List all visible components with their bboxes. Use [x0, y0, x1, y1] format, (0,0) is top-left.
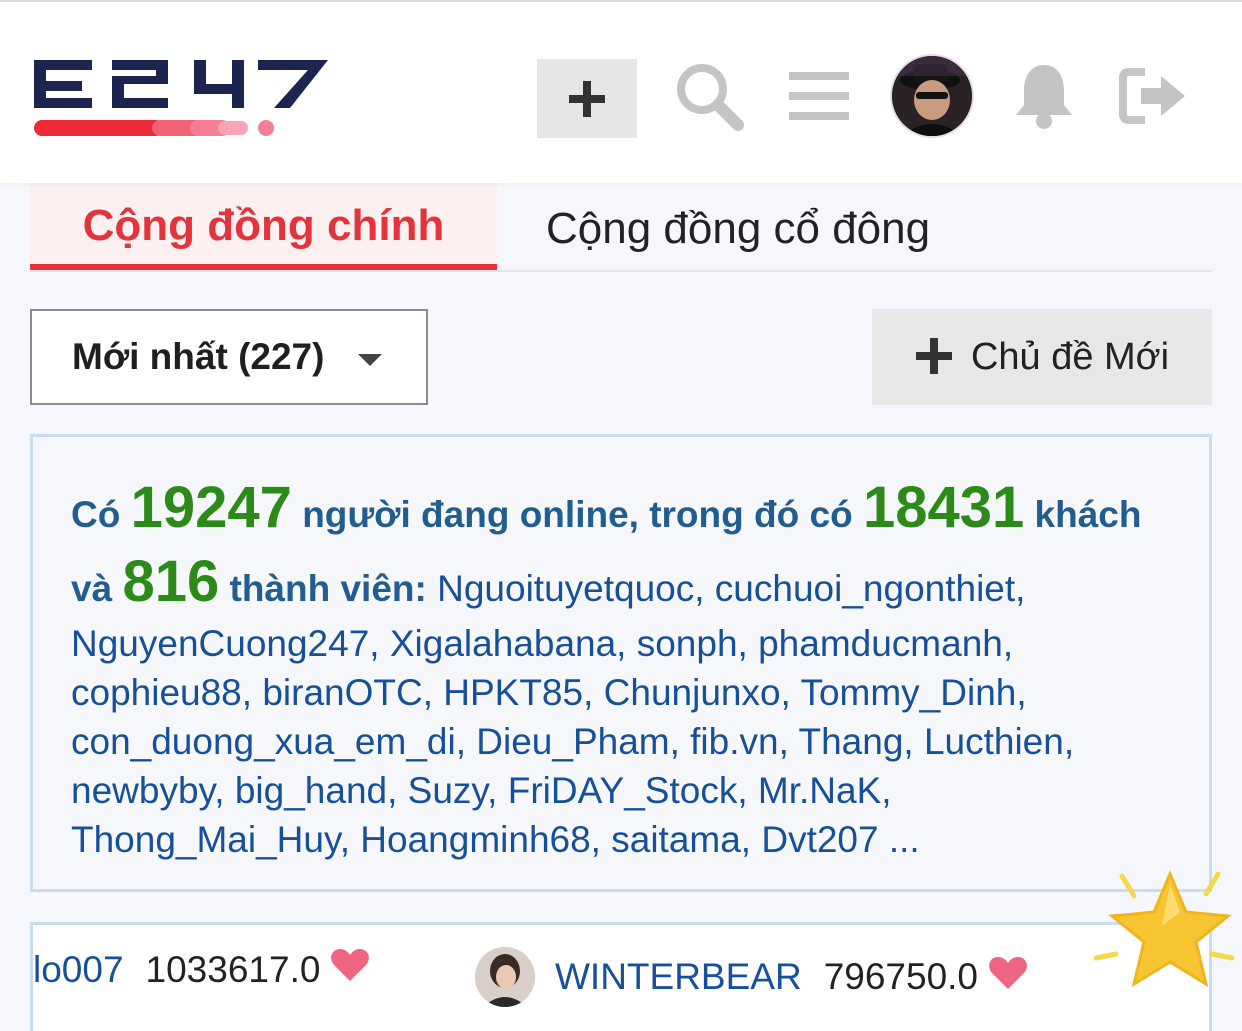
online-total-count: 19247	[130, 475, 292, 540]
ranking-username[interactable]: lo007	[33, 949, 124, 991]
ranking-item[interactable]: lo007 1033617.0	[33, 947, 370, 992]
search-button[interactable]	[673, 58, 745, 134]
sort-dropdown[interactable]: Mới nhất (227)	[30, 309, 428, 405]
ranking-score: 1033617.0	[145, 948, 321, 990]
f247-logo[interactable]	[32, 54, 332, 144]
heart-icon	[988, 955, 1028, 1000]
ranking-avatar[interactable]	[475, 947, 535, 1007]
online-member-count: 816	[122, 549, 220, 614]
online-mid-text: người đang online, trong đó có	[302, 494, 853, 535]
logout-icon	[1119, 68, 1185, 124]
ranking-strip: lo007 1033617.0 WINTERBEAR 796750.0	[30, 922, 1212, 1031]
logout-button[interactable]	[1118, 58, 1190, 134]
notifications-button[interactable]	[1008, 58, 1080, 134]
new-topic-button[interactable]: Chủ đề Mới	[872, 309, 1212, 405]
hamburger-icon	[789, 72, 849, 120]
online-member-list[interactable]: Nguoituyetquoc, cuchuoi_ngonthiet, Nguye…	[71, 568, 1074, 860]
user-avatar[interactable]	[890, 54, 974, 138]
ranking-item[interactable]: WINTERBEAR 796750.0	[475, 947, 1028, 1007]
caret-down-icon	[358, 354, 382, 366]
star-badge-icon[interactable]	[1092, 866, 1242, 1006]
menu-button[interactable]	[783, 58, 855, 134]
top-header	[0, 0, 1242, 183]
online-summary: Có 19247 người đang online, trong đó có …	[71, 471, 1171, 864]
ranking-score: 796750.0	[823, 956, 979, 997]
online-users-panel: Có 19247 người đang online, trong đó có …	[30, 434, 1212, 892]
heart-icon	[330, 947, 370, 992]
add-button[interactable]	[537, 59, 637, 138]
members-label: thành viên:	[229, 568, 427, 609]
ranking-username[interactable]: WINTERBEAR	[555, 956, 802, 998]
sort-label: Mới nhất (227)	[72, 336, 325, 377]
online-guest-count: 18431	[862, 475, 1025, 540]
bell-icon	[1016, 65, 1072, 129]
search-icon	[677, 64, 744, 131]
plus-icon	[915, 330, 953, 384]
plus-icon	[569, 80, 605, 117]
online-prefix: Có	[71, 494, 121, 535]
new-topic-label: Chủ đề Mới	[970, 335, 1170, 378]
